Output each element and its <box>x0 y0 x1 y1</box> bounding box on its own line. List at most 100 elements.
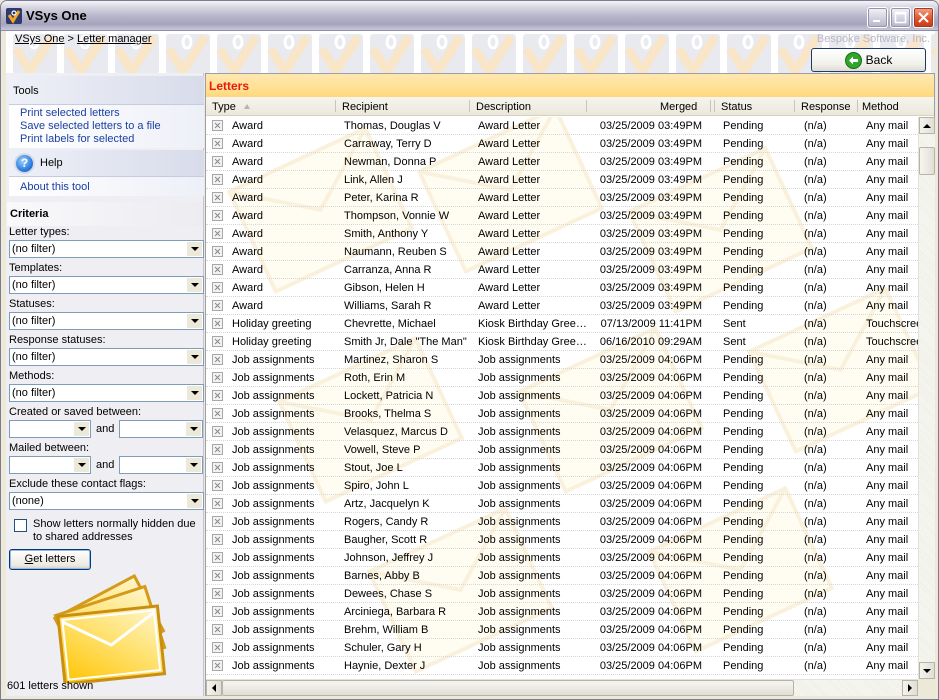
dropdown-arrow-icon[interactable] <box>187 386 202 400</box>
row-select-checkbox[interactable] <box>212 210 223 221</box>
row-select-checkbox[interactable] <box>212 552 223 563</box>
letter-types-select[interactable]: (no filter) <box>9 240 204 258</box>
column-resize-handle[interactable] <box>469 100 470 112</box>
column-resize-handle[interactable] <box>857 100 858 112</box>
letter-row[interactable]: Job assignments Velasquez, Marcus D Job as… <box>206 423 918 441</box>
created-to-date-picker[interactable] <box>119 420 204 438</box>
letter-row[interactable]: Award Carranza, Anna R Award Letter 03/25/2… <box>206 261 918 279</box>
letter-row[interactable]: Award Link, Allen J Award Letter 03/25/2009… <box>206 171 918 189</box>
row-select-checkbox[interactable] <box>212 138 223 149</box>
column-header-description[interactable]: Description <box>476 101 531 113</box>
row-select-checkbox[interactable] <box>212 372 223 383</box>
scroll-down-button[interactable] <box>919 662 935 679</box>
letter-row[interactable]: Holiday greeting Chevrette, Michael Kiosk … <box>206 315 918 333</box>
letter-row[interactable]: Job assignments Lockett, Patricia N Job as… <box>206 387 918 405</box>
letter-row[interactable]: Award Gibson, Helen H Award Letter 03/25/20… <box>206 279 918 297</box>
letter-row[interactable]: Job assignments Barnes, Abby B Job assignm… <box>206 567 918 585</box>
row-select-checkbox[interactable] <box>212 408 223 419</box>
print-selected-letters-link[interactable]: Print selected letters <box>20 107 204 120</box>
row-select-checkbox[interactable] <box>212 336 223 347</box>
row-select-checkbox[interactable] <box>212 444 223 455</box>
row-select-checkbox[interactable] <box>212 228 223 239</box>
breadcrumb-current-link[interactable]: Letter manager <box>77 33 152 45</box>
row-select-checkbox[interactable] <box>212 318 223 329</box>
letter-row[interactable]: Holiday greeting Smith Jr, Dale "The Man"… <box>206 333 918 351</box>
row-select-checkbox[interactable] <box>212 588 223 599</box>
horizontal-scrollbar[interactable] <box>206 679 918 696</box>
letter-row[interactable]: Award Naumann, Reuben S Award Letter 03/25/… <box>206 243 918 261</box>
column-header-type[interactable]: Type <box>212 101 250 113</box>
save-selected-letters-link[interactable]: Save selected letters to a file <box>20 120 204 133</box>
templates-select[interactable]: (no filter) <box>9 276 204 294</box>
column-resize-handle[interactable] <box>335 100 336 112</box>
row-select-checkbox[interactable] <box>212 300 223 311</box>
letter-row[interactable]: Job assignments Johnson, Jeffrey J Job ass… <box>206 549 918 567</box>
column-header-response[interactable]: Response <box>801 101 851 113</box>
column-header-status[interactable]: Status <box>721 101 752 113</box>
scroll-up-button[interactable] <box>919 117 935 134</box>
statuses-select[interactable]: (no filter) <box>9 312 204 330</box>
row-select-checkbox[interactable] <box>212 462 223 473</box>
letter-row[interactable]: Award Peter, Karina R Award Letter 03/25/20… <box>206 189 918 207</box>
row-select-checkbox[interactable] <box>212 390 223 401</box>
letter-row[interactable]: Job assignments Martinez, Sharon S Job ass… <box>206 351 918 369</box>
row-select-checkbox[interactable] <box>212 498 223 509</box>
letter-row[interactable]: Job assignments Dewees, Chase S Job assign… <box>206 585 918 603</box>
letter-row[interactable]: Award Carraway, Terry D Award Letter 03/25/… <box>206 135 918 153</box>
dropdown-arrow-icon[interactable] <box>74 422 89 436</box>
row-select-checkbox[interactable] <box>212 174 223 185</box>
row-select-checkbox[interactable] <box>212 192 223 203</box>
dropdown-arrow-icon[interactable] <box>187 350 202 364</box>
letter-row[interactable]: Job assignments Schuler, Gary H Job assign… <box>206 639 918 657</box>
created-from-date-picker[interactable] <box>9 420 91 438</box>
vertical-scroll-thumb[interactable] <box>919 147 935 175</box>
letter-row[interactable]: Job assignments Spiro, John L Job assignme… <box>206 477 918 495</box>
column-header-recipient[interactable]: Recipient <box>342 101 388 113</box>
dropdown-arrow-icon[interactable] <box>186 422 202 436</box>
methods-select[interactable]: (no filter) <box>9 384 204 402</box>
row-select-checkbox[interactable] <box>212 246 223 257</box>
mailed-to-date-picker[interactable] <box>119 456 204 474</box>
column-resize-handle[interactable] <box>710 100 711 112</box>
letter-row[interactable]: Job assignments Haynie, Dexter J Job assig… <box>206 657 918 675</box>
scroll-right-button[interactable] <box>902 680 918 696</box>
row-select-checkbox[interactable] <box>212 660 223 671</box>
row-select-checkbox[interactable] <box>212 606 223 617</box>
show-hidden-checkbox[interactable] <box>14 519 27 532</box>
back-button[interactable]: Back <box>811 48 926 72</box>
letter-row[interactable]: Award Newman, Donna P Award Letter 03/25/20… <box>206 153 918 171</box>
row-select-checkbox[interactable] <box>212 516 223 527</box>
row-select-checkbox[interactable] <box>212 480 223 491</box>
row-select-checkbox[interactable] <box>212 156 223 167</box>
response-statuses-select[interactable]: (no filter) <box>9 348 204 366</box>
row-select-checkbox[interactable] <box>212 264 223 275</box>
row-select-checkbox[interactable] <box>212 282 223 293</box>
letter-row[interactable]: Award Thompson, Vonnie W Award Letter 03/25… <box>206 207 918 225</box>
resize-grip[interactable] <box>918 679 935 696</box>
breadcrumb-root-link[interactable]: VSys One <box>15 33 65 45</box>
exclude-flags-select[interactable]: (none) <box>9 492 204 510</box>
row-select-checkbox[interactable] <box>212 570 223 581</box>
letter-row[interactable]: Job assignments Vowell, Steve P Job assign… <box>206 441 918 459</box>
row-select-checkbox[interactable] <box>212 120 223 131</box>
column-resize-handle[interactable] <box>714 100 715 112</box>
dropdown-arrow-icon[interactable] <box>187 242 202 256</box>
maximize-button[interactable] <box>890 7 911 28</box>
close-button[interactable] <box>913 7 934 28</box>
row-select-checkbox[interactable] <box>212 642 223 653</box>
vertical-scrollbar[interactable] <box>918 117 935 679</box>
letter-row[interactable]: Job assignments Brooks, Thelma S Job assig… <box>206 405 918 423</box>
scroll-left-button[interactable] <box>206 680 222 696</box>
dropdown-arrow-icon[interactable] <box>187 494 202 508</box>
row-select-checkbox[interactable] <box>212 354 223 365</box>
letter-row[interactable]: Award Thomas, Douglas V Award Letter 03/25/… <box>206 117 918 135</box>
dropdown-arrow-icon[interactable] <box>187 278 202 292</box>
title-bar[interactable]: VSys One <box>1 1 938 31</box>
row-select-checkbox[interactable] <box>212 534 223 545</box>
dropdown-arrow-icon[interactable] <box>186 458 202 472</box>
letter-row[interactable]: Job assignments Artz, Jacquelyn K Job assi… <box>206 495 918 513</box>
letter-row[interactable]: Job assignments Arciniega, Barbara R Job a… <box>206 603 918 621</box>
show-hidden-option[interactable]: Show letters normally hidden due to shar… <box>14 518 203 544</box>
letter-row[interactable]: Award Smith, Anthony Y Award Letter 03/25/2… <box>206 225 918 243</box>
column-header-merged[interactable]: Merged <box>660 101 697 113</box>
